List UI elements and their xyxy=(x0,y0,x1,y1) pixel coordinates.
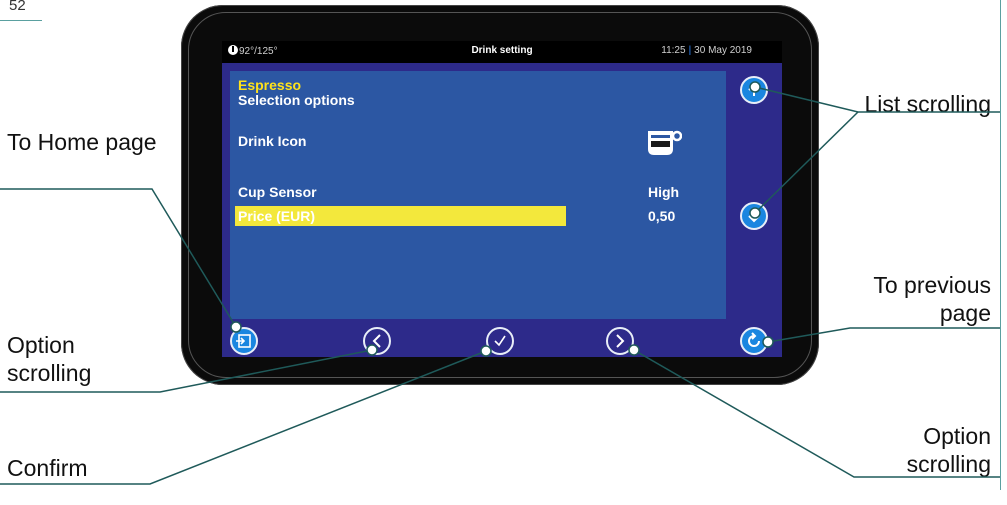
page-number-rule xyxy=(0,20,42,21)
callout-previous-page: To previous page xyxy=(873,272,991,326)
setting-row-value-price: 0,50 xyxy=(648,208,676,224)
arrow-down-icon xyxy=(748,210,760,223)
time-text: 11:25 xyxy=(661,45,686,56)
callout-option-scrolling-right: Option scrolling xyxy=(906,423,991,477)
home-button[interactable] xyxy=(230,327,258,355)
margin-rule xyxy=(1000,0,1001,490)
time-date-separator: | xyxy=(688,45,692,56)
confirm-button[interactable] xyxy=(486,327,514,355)
back-icon xyxy=(748,332,760,347)
drink-name: Espresso xyxy=(238,77,302,93)
option-scroll-left-button[interactable] xyxy=(363,327,391,355)
callout-home-page: To Home page xyxy=(7,129,157,155)
list-scroll-down-button[interactable] xyxy=(740,202,768,230)
setting-row-label-price: Price (EUR) xyxy=(238,208,316,224)
previous-page-button[interactable] xyxy=(740,327,768,355)
callout-list-scrolling: List scrolling xyxy=(864,91,991,117)
settings-list: Espresso Selection options Drink Icon Cu… xyxy=(230,71,726,319)
selected-row-highlight[interactable]: Price (EUR) xyxy=(235,206,566,226)
setting-row-label-cup-sensor[interactable]: Cup Sensor xyxy=(238,184,317,200)
clock: 11:25 | 30 May 2019 xyxy=(661,45,752,56)
callout-confirm: Confirm xyxy=(7,455,88,481)
espresso-cup-icon xyxy=(648,130,682,155)
arrow-up-icon xyxy=(748,83,760,96)
setting-row-value-cup-sensor: High xyxy=(648,184,680,200)
chevron-left-icon xyxy=(372,334,381,348)
checkmark-icon xyxy=(494,335,506,347)
date-text: 30 May 2019 xyxy=(694,45,752,56)
section-title: Selection options xyxy=(238,92,355,108)
page-number: 52 xyxy=(9,0,26,14)
touch-screen: 92°/125° Drink setting 11:25 | 30 May 2019… xyxy=(222,41,782,357)
home-exit-icon xyxy=(236,334,251,348)
setting-row-label-drink-icon[interactable]: Drink Icon xyxy=(238,133,306,149)
callout-option-scrolling-left: Option scrolling xyxy=(7,332,92,386)
option-scroll-right-button[interactable] xyxy=(606,327,634,355)
status-bar: 92°/125° Drink setting 11:25 | 30 May 2019 xyxy=(222,41,782,63)
chevron-right-icon xyxy=(616,334,625,348)
list-scroll-up-button[interactable] xyxy=(740,76,768,104)
